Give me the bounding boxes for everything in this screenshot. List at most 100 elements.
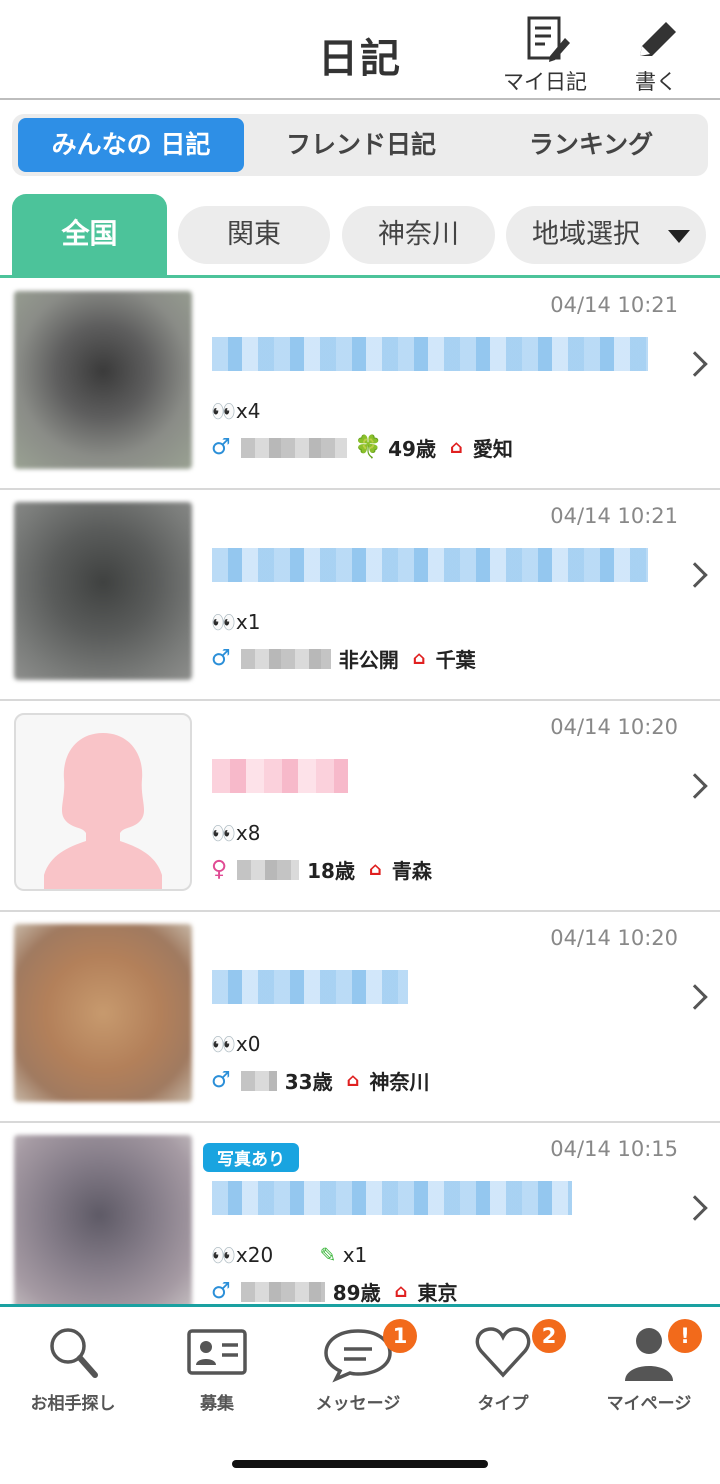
chevron-right-icon xyxy=(682,351,708,377)
dropdown-triangle-icon xyxy=(668,230,690,243)
nav-mypage[interactable]: ! マイページ xyxy=(584,1319,714,1414)
entry-title-obscured xyxy=(212,1181,572,1215)
region-select-label: 地域選択 xyxy=(532,219,640,250)
pencil-icon: ✎ xyxy=(319,1243,337,1267)
entry-date: 04/14 10:20 xyxy=(550,926,678,950)
nav-partner-search[interactable]: お相手探し xyxy=(8,1321,138,1414)
tab-friend-diary[interactable]: フレンド日記 xyxy=(248,118,474,172)
region-kanto[interactable]: 関東 xyxy=(178,206,330,264)
eyes-icon: 👀 xyxy=(211,399,236,423)
male-icon: ♂ xyxy=(211,646,231,671)
default-avatar xyxy=(14,713,192,891)
view-count: 👀 x0 xyxy=(211,1032,261,1056)
chevron-right-icon xyxy=(682,1195,708,1221)
entry-title-obscured xyxy=(212,759,348,793)
home-icon: ⌂ xyxy=(346,1070,360,1091)
eyes-icon: 👀 xyxy=(211,1032,236,1056)
entry-meta: ♀ 18歳 ⌂ 青森 xyxy=(211,855,432,884)
home-icon: ⌂ xyxy=(449,437,463,458)
entry-meta: ♂ 非公開 ⌂ 千葉 xyxy=(211,644,476,673)
chevron-right-icon xyxy=(682,562,708,588)
entry-meta: ♂ 🍀 49歳 ⌂ 愛知 xyxy=(211,433,513,462)
male-icon: ♂ xyxy=(211,1068,231,1093)
female-silhouette-icon xyxy=(44,733,162,889)
region-nationwide[interactable]: 全国 xyxy=(12,194,167,278)
nav-label: タイプ xyxy=(477,1394,529,1414)
entry-title-obscured xyxy=(212,970,408,1004)
diary-entry[interactable]: 04/14 10:20 👀 x8 ♀ 18歳 ⌂ 青森 xyxy=(0,701,720,912)
entry-title-obscured xyxy=(212,548,648,582)
location: 愛知 xyxy=(472,437,513,461)
nav-label: 募集 xyxy=(200,1394,234,1414)
tab-everyone-diary[interactable]: みんなの 日記 xyxy=(18,118,244,172)
avatar-photo xyxy=(14,924,192,1102)
entry-meta: ♂ 33歳 ⌂ 神奈川 xyxy=(211,1066,429,1095)
region-kanagawa[interactable]: 神奈川 xyxy=(342,206,495,264)
username-obscured xyxy=(240,437,347,458)
chevron-right-icon xyxy=(682,773,708,799)
eyes-icon: 👀 xyxy=(211,1243,236,1267)
entry-title-obscured xyxy=(212,337,648,371)
nav-label: メッセージ xyxy=(315,1394,401,1414)
eyes-icon: 👀 xyxy=(211,610,236,634)
search-icon xyxy=(8,1321,138,1383)
entry-date: 04/14 10:20 xyxy=(550,715,678,739)
home-indicator[interactable] xyxy=(232,1460,488,1468)
home-icon: ⌂ xyxy=(394,1281,408,1302)
entry-date: 04/14 10:21 xyxy=(550,293,678,317)
photo-badge: 写真あり xyxy=(203,1143,299,1172)
view-count: 👀 x1 xyxy=(211,610,261,634)
avatar-photo xyxy=(14,1135,192,1304)
home-icon: ⌂ xyxy=(412,648,426,669)
location: 千葉 xyxy=(435,648,476,672)
diary-entry[interactable]: 04/14 10:21 👀 x4 ♂ 🍀 49歳 ⌂ 愛知 xyxy=(0,279,720,490)
write-label: 書く xyxy=(635,70,677,94)
eyes-icon: 👀 xyxy=(211,821,236,845)
entry-date: 04/14 10:21 xyxy=(550,504,678,528)
entry-date: 04/14 10:15 xyxy=(550,1137,678,1161)
view-count: 👀 x20 ✎ x1 xyxy=(211,1243,368,1267)
female-icon: ♀ xyxy=(211,857,228,882)
nav-type[interactable]: 2 タイプ xyxy=(438,1319,568,1414)
message-badge: 1 xyxy=(383,1319,417,1353)
edit-count: x1 xyxy=(342,1243,368,1267)
tab-ranking[interactable]: ランキング xyxy=(478,118,704,172)
location: 神奈川 xyxy=(369,1070,430,1094)
diary-list: 04/14 10:21 👀 x4 ♂ 🍀 49歳 ⌂ 愛知 04/14 10:21 xyxy=(0,279,720,1304)
region-select-dropdown[interactable]: 地域選択 xyxy=(506,206,706,264)
my-diary-button[interactable]: マイ日記 xyxy=(497,16,593,96)
bottom-nav: お相手探し 募集 1 メッセージ 2 タイプ ! マイページ xyxy=(0,1304,720,1484)
home-icon: ⌂ xyxy=(368,859,382,880)
chevron-right-icon xyxy=(682,984,708,1010)
username-obscured xyxy=(237,859,300,880)
diary-tabs: みんなの 日記 フレンド日記 ランキング xyxy=(12,114,708,176)
diary-screen: 日記 マイ日記 書く みんなの 日記 フレンド日記 ランキング 全国 関東 神奈… xyxy=(0,0,720,1484)
nav-label: マイページ xyxy=(606,1394,692,1414)
avatar-photo xyxy=(14,291,192,469)
age: 89歳 xyxy=(332,1281,381,1304)
age: 非公開 xyxy=(338,648,399,672)
region-filter: 全国 関東 神奈川 地域選択 xyxy=(0,190,720,278)
age: 49歳 xyxy=(388,437,436,461)
view-count: 👀 x4 xyxy=(211,399,261,423)
diary-entry[interactable]: 04/14 10:20 👀 x0 ♂ 33歳 ⌂ 神奈川 xyxy=(0,912,720,1123)
nav-label: お相手探し xyxy=(30,1394,116,1414)
age: 18歳 xyxy=(307,859,355,883)
username-obscured xyxy=(240,1281,325,1302)
pencil-icon xyxy=(608,16,704,66)
male-icon: ♂ xyxy=(211,1279,231,1304)
clover-icon: 🍀 xyxy=(354,435,383,460)
nav-recruit[interactable]: 募集 xyxy=(152,1321,282,1414)
my-diary-label: マイ日記 xyxy=(503,70,587,94)
mypage-badge: ! xyxy=(668,1319,702,1353)
notebook-pen-icon xyxy=(497,16,593,66)
avatar-photo xyxy=(14,502,192,680)
location: 青森 xyxy=(391,859,432,883)
write-button[interactable]: 書く xyxy=(608,16,704,96)
nav-messages[interactable]: 1 メッセージ xyxy=(293,1319,423,1414)
entry-meta: ♂ 89歳 ⌂ 東京 xyxy=(211,1277,457,1304)
diary-entry[interactable]: 04/14 10:21 👀 x1 ♂ 非公開 ⌂ 千葉 xyxy=(0,490,720,701)
location: 東京 xyxy=(417,1281,458,1304)
view-count: 👀 x8 xyxy=(211,821,261,845)
diary-entry[interactable]: 写真あり 04/14 10:15 👀 x20 ✎ x1 ♂ 89歳 ⌂ 東京 xyxy=(0,1123,720,1304)
